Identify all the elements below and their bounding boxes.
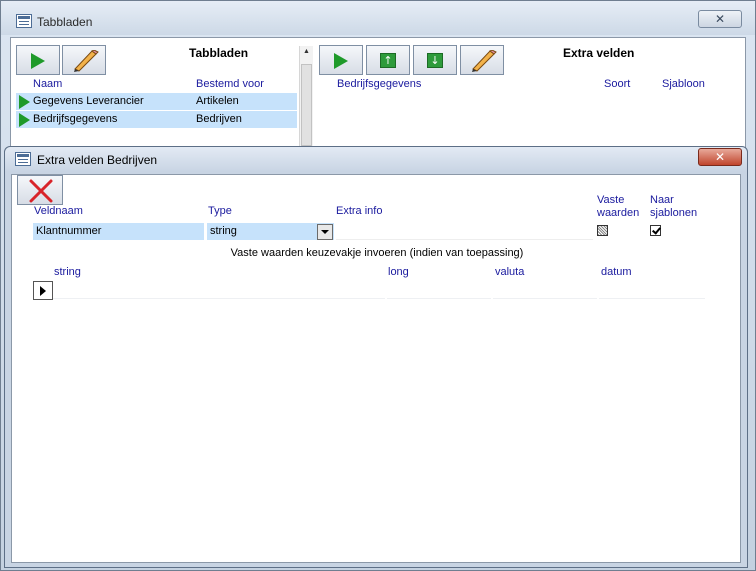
- right-panel-heading: Extra velden: [563, 46, 635, 60]
- edit-tab-button[interactable]: [62, 45, 106, 75]
- arrow-up-icon: ↑: [380, 53, 396, 68]
- extra-velden-window: Extra velden Bedrijven ✕ Veldnaam Type E…: [4, 146, 748, 568]
- column-header-bedrijfsgegevens: Bedrijfsgegevens: [337, 78, 422, 90]
- scrollbar-thumb[interactable]: [301, 64, 312, 146]
- column-header-sjabloon: Sjabloon: [662, 78, 705, 90]
- left-panel-scrollbar[interactable]: ▲: [299, 46, 313, 146]
- scroll-up-arrow-icon[interactable]: ▲: [303, 48, 310, 55]
- delete-x-icon: [29, 179, 53, 203]
- outer-title-bar: Tabbladen ✕: [1, 1, 755, 35]
- subform-header-datum: datum: [601, 266, 632, 278]
- tab-row-bestemd-voor: Artikelen: [196, 95, 239, 107]
- pencil-icon: [74, 50, 99, 72]
- edit-field-button[interactable]: [460, 45, 504, 75]
- inner-client-area: Veldnaam Type Extra info Vaste waarden N…: [11, 174, 741, 563]
- subform-caption: Vaste waarden keuzevakje invoeren (indie…: [230, 247, 524, 259]
- naar-sjablonen-checkbox[interactable]: [650, 225, 661, 236]
- type-combobox[interactable]: string: [207, 223, 334, 240]
- column-header-naam: Naam: [33, 78, 63, 90]
- arrow-down-icon: ↓: [427, 53, 443, 68]
- subform-header-long: long: [388, 266, 409, 278]
- outer-close-button[interactable]: ✕: [698, 10, 742, 28]
- open-tab-button[interactable]: [16, 45, 60, 75]
- tab-row[interactable]: Bedrijfsgegevens Bedrijven: [16, 111, 297, 128]
- subform-cell-datum[interactable]: [599, 281, 705, 299]
- tab-row-naam: Gegevens Leverancier: [33, 95, 144, 107]
- row-play-icon: [19, 113, 30, 127]
- label-naar-sjablonen-2: sjablonen: [650, 207, 698, 219]
- record-selector[interactable]: [33, 281, 53, 300]
- label-veldnaam: Veldnaam: [34, 205, 83, 217]
- type-value: string: [210, 225, 237, 237]
- vaste-waarden-checkbox[interactable]: [597, 225, 608, 236]
- inner-window-title: Extra velden Bedrijven: [37, 153, 158, 167]
- column-header-soort: Soort: [604, 78, 631, 90]
- subform-cell-long[interactable]: [387, 281, 491, 299]
- inner-title-bar: Extra velden Bedrijven ✕: [5, 147, 747, 171]
- subform-header-valuta: valuta: [495, 266, 525, 278]
- play-icon: [31, 53, 45, 69]
- label-vaste-waarden-2: waarden: [597, 207, 640, 219]
- play-icon: [334, 53, 348, 69]
- delete-button[interactable]: [17, 175, 63, 205]
- tab-row-bestemd-voor: Bedrijven: [196, 113, 242, 125]
- inner-close-button[interactable]: ✕: [698, 148, 742, 166]
- subform-cell-valuta[interactable]: [493, 281, 597, 299]
- subform-header-string: string: [54, 266, 81, 278]
- chevron-down-icon[interactable]: [317, 224, 333, 240]
- label-type: Type: [208, 205, 232, 217]
- pencil-icon: [472, 50, 497, 72]
- veldnaam-field[interactable]: Klantnummer: [33, 223, 204, 240]
- move-down-button[interactable]: ↓: [413, 45, 457, 75]
- open-field-button[interactable]: [319, 45, 363, 75]
- form-window-icon: [15, 152, 31, 166]
- left-panel-heading: Tabbladen: [189, 46, 249, 60]
- tab-row-naam: Bedrijfsgegevens: [33, 113, 118, 125]
- extra-info-field[interactable]: [336, 223, 593, 240]
- row-play-icon: [19, 95, 30, 109]
- column-header-bestemd-voor: Bestemd voor: [196, 78, 264, 90]
- subform-cell-string[interactable]: [53, 281, 385, 299]
- label-extra-info: Extra info: [336, 205, 383, 217]
- form-window-icon: [16, 14, 32, 28]
- veldnaam-value: Klantnummer: [36, 225, 102, 237]
- label-vaste-waarden-1: Vaste: [597, 194, 625, 206]
- label-naar-sjablonen-1: Naar: [650, 194, 674, 206]
- move-up-button[interactable]: ↑: [366, 45, 410, 75]
- tab-row[interactable]: Gegevens Leverancier Artikelen: [16, 93, 297, 110]
- outer-window-title: Tabbladen: [37, 15, 93, 29]
